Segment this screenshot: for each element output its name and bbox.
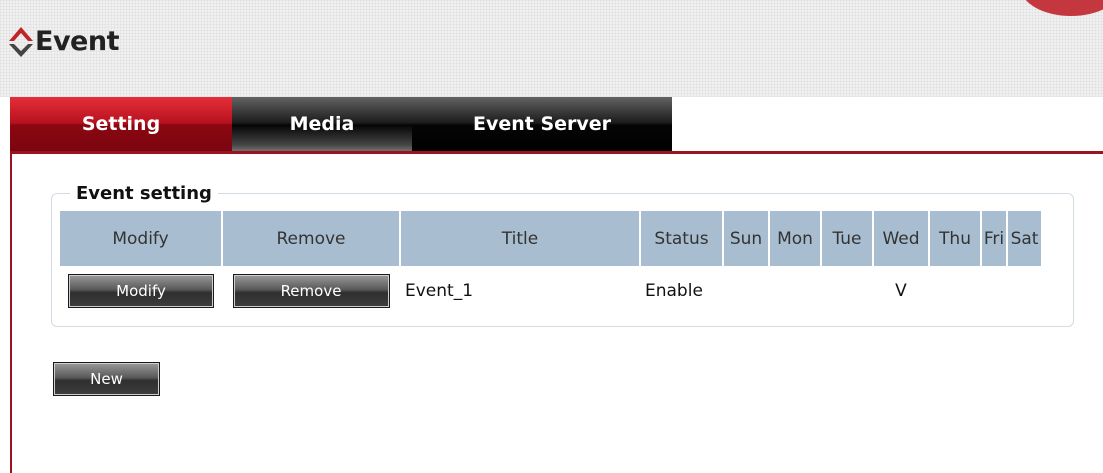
- table-header-row: Modify Remove Title Status Sun Mon Tue W…: [60, 211, 1041, 266]
- column-header-modify: Modify: [60, 211, 223, 266]
- new-button[interactable]: New: [53, 362, 160, 396]
- column-header-mon: Mon: [769, 211, 822, 266]
- modify-cell: Modify: [60, 266, 222, 316]
- day-cell-thu: [929, 266, 981, 316]
- page-title: Event: [35, 26, 119, 57]
- column-header-title: Title: [400, 211, 641, 266]
- day-cell-mon: [769, 266, 821, 316]
- remove-cell: Remove: [222, 266, 400, 316]
- modify-button[interactable]: Modify: [68, 274, 214, 308]
- events-table: Modify Remove Title Status Sun Mon Tue W…: [60, 211, 1041, 316]
- column-header-wed: Wed: [873, 211, 930, 266]
- column-header-sat: Sat: [1007, 211, 1041, 266]
- event-setting-legend: Event setting: [70, 183, 218, 204]
- table-row: Modify Remove Event_1 Enable V: [60, 266, 1041, 316]
- page-header: Event: [0, 0, 1103, 97]
- column-header-thu: Thu: [929, 211, 982, 266]
- column-header-sun: Sun: [723, 211, 770, 266]
- tab-bar: Setting Media Event Server: [10, 97, 672, 151]
- column-header-fri: Fri: [981, 211, 1008, 266]
- event-status: Enable: [645, 281, 703, 301]
- tab-media[interactable]: Media: [232, 97, 412, 151]
- remove-button[interactable]: Remove: [232, 274, 390, 308]
- tab-underline: [10, 151, 1103, 154]
- corner-decoration: [1021, 0, 1103, 16]
- day-cell-sat: [1007, 266, 1041, 316]
- event-title: Event_1: [405, 281, 474, 301]
- day-cell-sun: [723, 266, 769, 316]
- tab-setting[interactable]: Setting: [10, 97, 232, 151]
- day-cell-tue: [821, 266, 873, 316]
- content-left-border: [10, 151, 12, 473]
- column-header-status: Status: [640, 211, 724, 266]
- day-cell-wed: V: [895, 281, 907, 301]
- tab-event-server[interactable]: Event Server: [412, 97, 672, 151]
- column-header-remove: Remove: [222, 211, 401, 266]
- column-header-tue: Tue: [821, 211, 874, 266]
- logo-icon: [9, 27, 33, 57]
- day-cell-fri: [981, 266, 1007, 316]
